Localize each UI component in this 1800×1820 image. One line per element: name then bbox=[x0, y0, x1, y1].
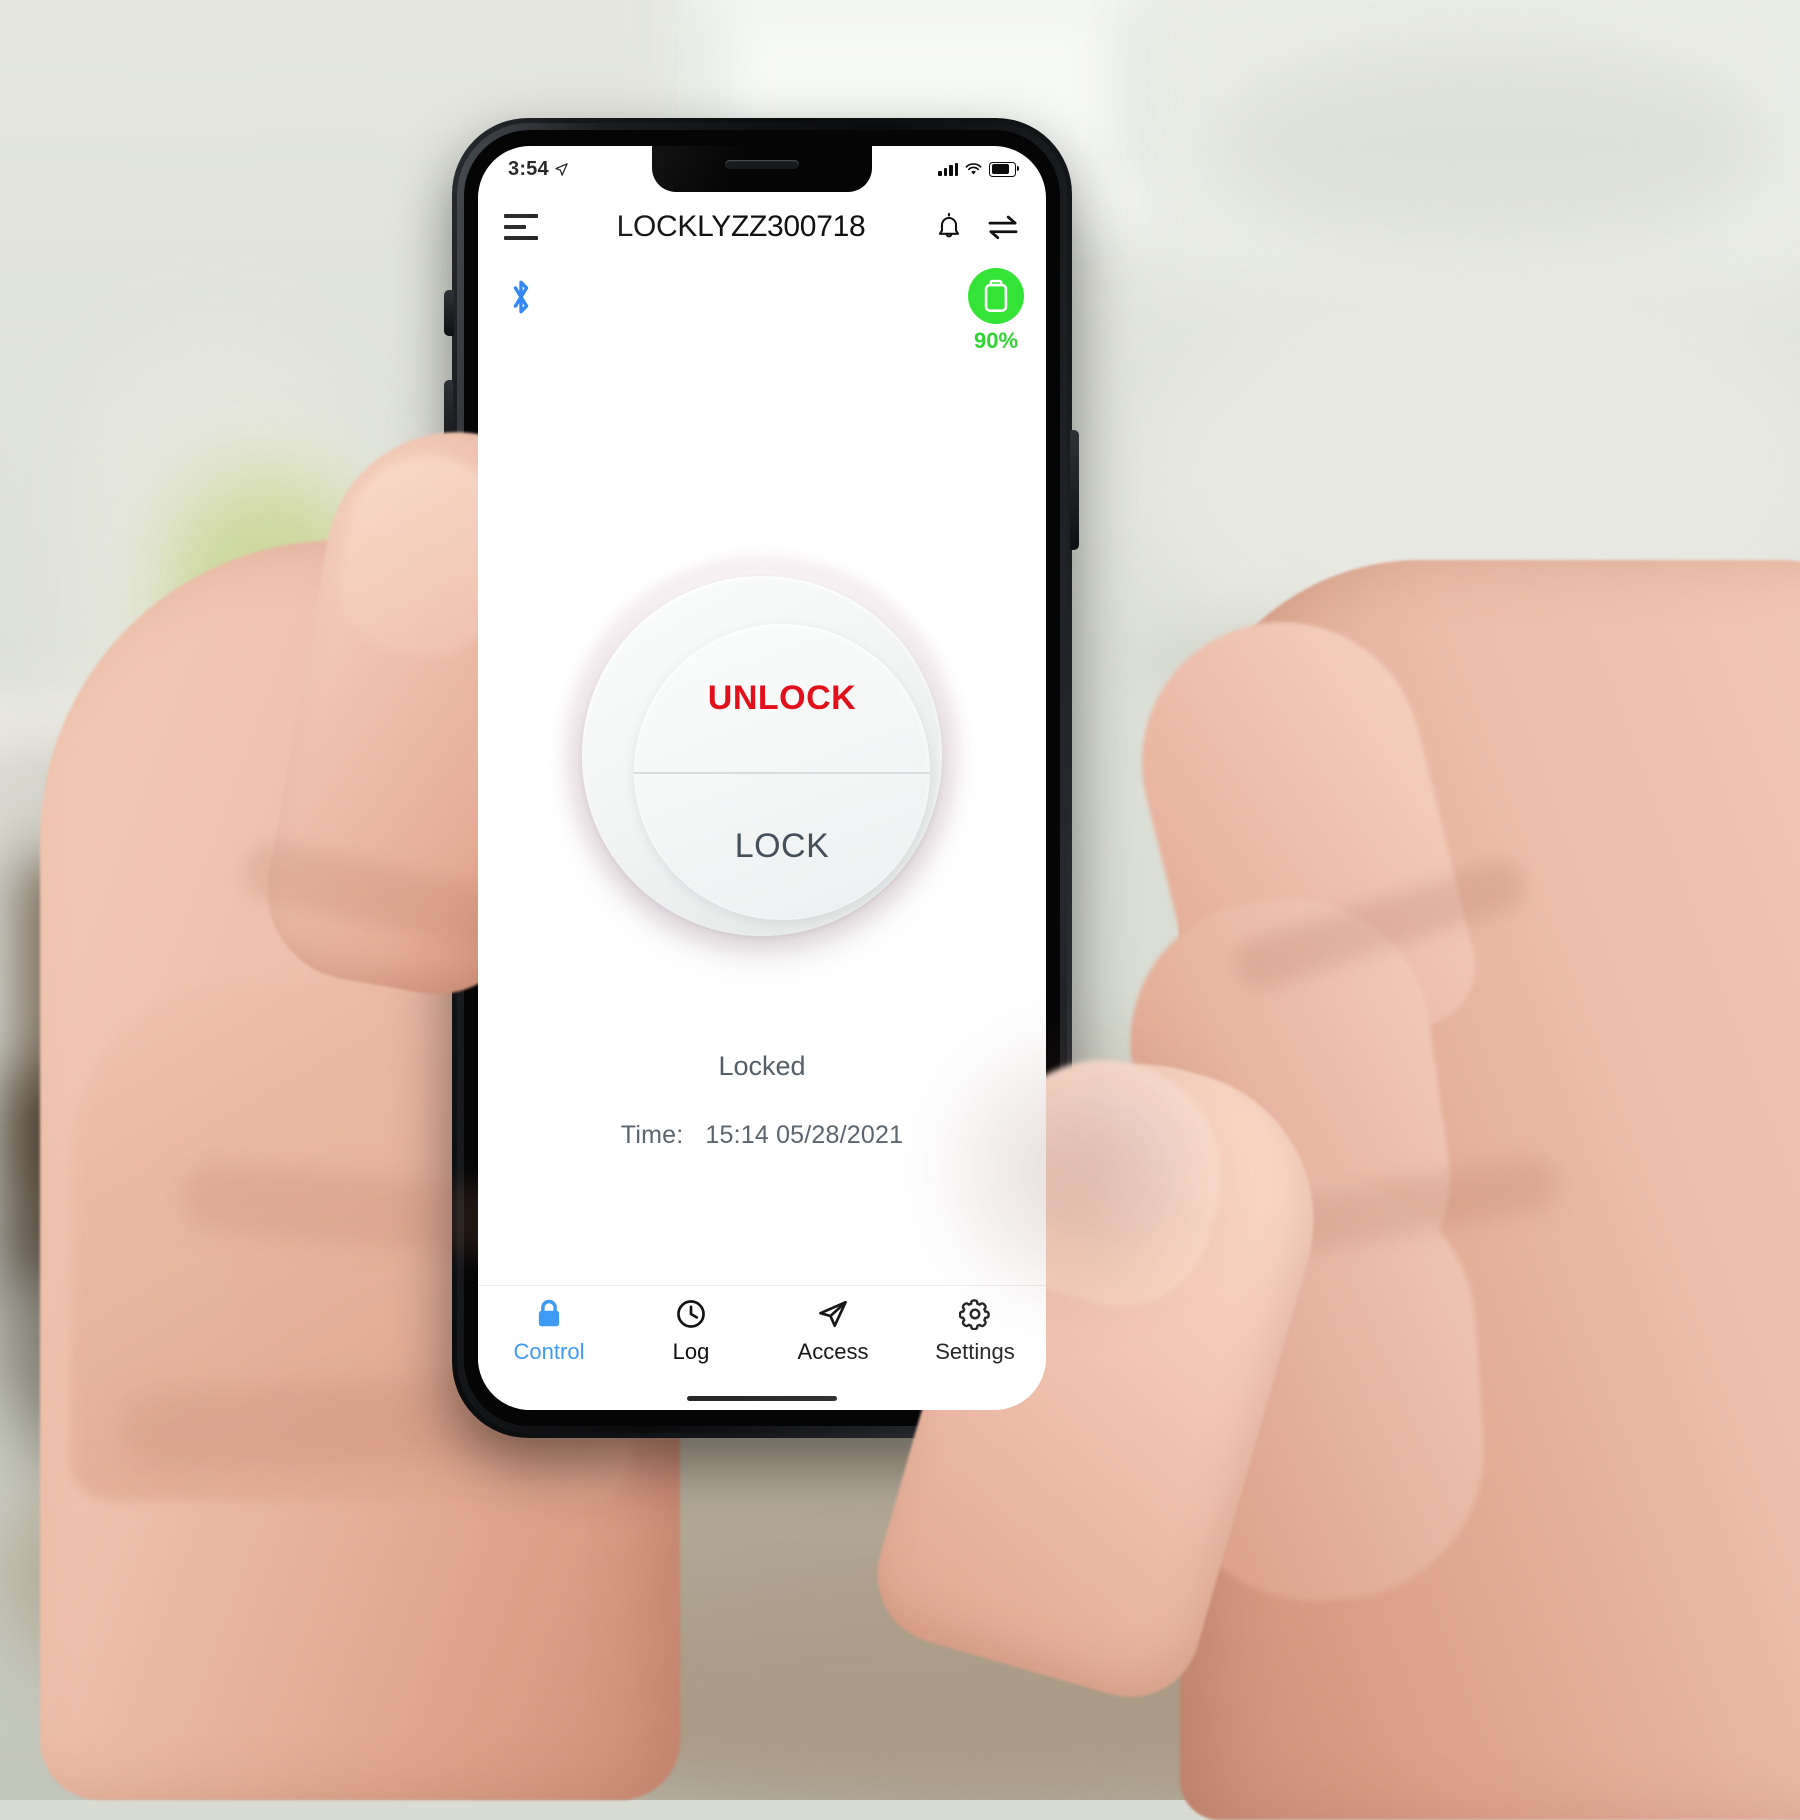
unlock-label: UNLOCK bbox=[707, 678, 857, 717]
tab-control-label: Control bbox=[513, 1339, 585, 1364]
tab-log[interactable]: Log bbox=[620, 1298, 762, 1365]
tab-settings-label: Settings bbox=[935, 1339, 1015, 1364]
battery-icon bbox=[989, 161, 1019, 177]
bell-icon[interactable] bbox=[934, 211, 964, 243]
bluetooth-icon bbox=[508, 276, 534, 323]
lock-state-text: Locked bbox=[718, 1051, 806, 1081]
page-title: LOCKLYZZ300718 bbox=[616, 210, 866, 243]
tab-control[interactable]: Control bbox=[478, 1298, 620, 1365]
last-action-time: Time: 15:14 05/28/2021 bbox=[478, 1121, 1046, 1150]
hamburger-menu-icon[interactable] bbox=[504, 214, 538, 240]
bottom-tab-bar: Control Log Access Settings bbox=[478, 1285, 1046, 1410]
home-indicator[interactable] bbox=[687, 1396, 837, 1401]
battery-circle-icon bbox=[968, 268, 1024, 324]
lock-button[interactable]: LOCK bbox=[634, 772, 930, 920]
unlock-button[interactable]: UNLOCK bbox=[634, 624, 930, 772]
time-label: Time: bbox=[620, 1121, 684, 1149]
wifi-icon bbox=[965, 162, 982, 174]
power-button[interactable] bbox=[1070, 430, 1079, 550]
notch bbox=[652, 146, 872, 192]
paper-plane-icon bbox=[819, 1300, 847, 1328]
dial-inner-face: UNLOCK LOCK bbox=[634, 624, 930, 920]
status-bar-time: 3:54 bbox=[508, 157, 549, 180]
tab-settings[interactable]: Settings bbox=[904, 1298, 1046, 1365]
lock-battery-indicator: 90% bbox=[968, 268, 1024, 354]
ceiling-shade bbox=[1210, 40, 1770, 250]
status-bar-indicators bbox=[938, 161, 1019, 177]
clock-icon bbox=[677, 1300, 705, 1328]
swap-arrows-icon[interactable] bbox=[986, 212, 1020, 242]
app-header: LOCKLYZZ300718 bbox=[478, 192, 1046, 262]
cellular-signal-icon bbox=[938, 162, 958, 176]
location-arrow-icon bbox=[555, 162, 568, 176]
status-bar-time-group: 3:54 bbox=[508, 158, 569, 181]
header-actions bbox=[934, 211, 1020, 243]
earpiece-speaker bbox=[725, 160, 799, 169]
tab-access[interactable]: Access bbox=[762, 1298, 904, 1365]
tab-access-label: Access bbox=[797, 1339, 869, 1364]
tab-log-label: Log bbox=[672, 1339, 710, 1364]
lock-label: LOCK bbox=[734, 826, 830, 865]
mute-switch[interactable] bbox=[444, 290, 454, 336]
time-value: 15:14 05/28/2021 bbox=[705, 1121, 904, 1149]
connection-status-row: 90% bbox=[478, 268, 1046, 388]
battery-percent-label: 90% bbox=[973, 328, 1019, 353]
lock-dial: UNLOCK LOCK bbox=[562, 556, 962, 956]
gear-icon bbox=[959, 1299, 990, 1330]
lock-icon bbox=[538, 1299, 560, 1327]
dial-outer-ring: UNLOCK LOCK bbox=[582, 576, 942, 936]
phone-screen: 3:54 LOCKLYZZ300718 90% UNLOCK LOCK Lock… bbox=[478, 146, 1046, 1410]
